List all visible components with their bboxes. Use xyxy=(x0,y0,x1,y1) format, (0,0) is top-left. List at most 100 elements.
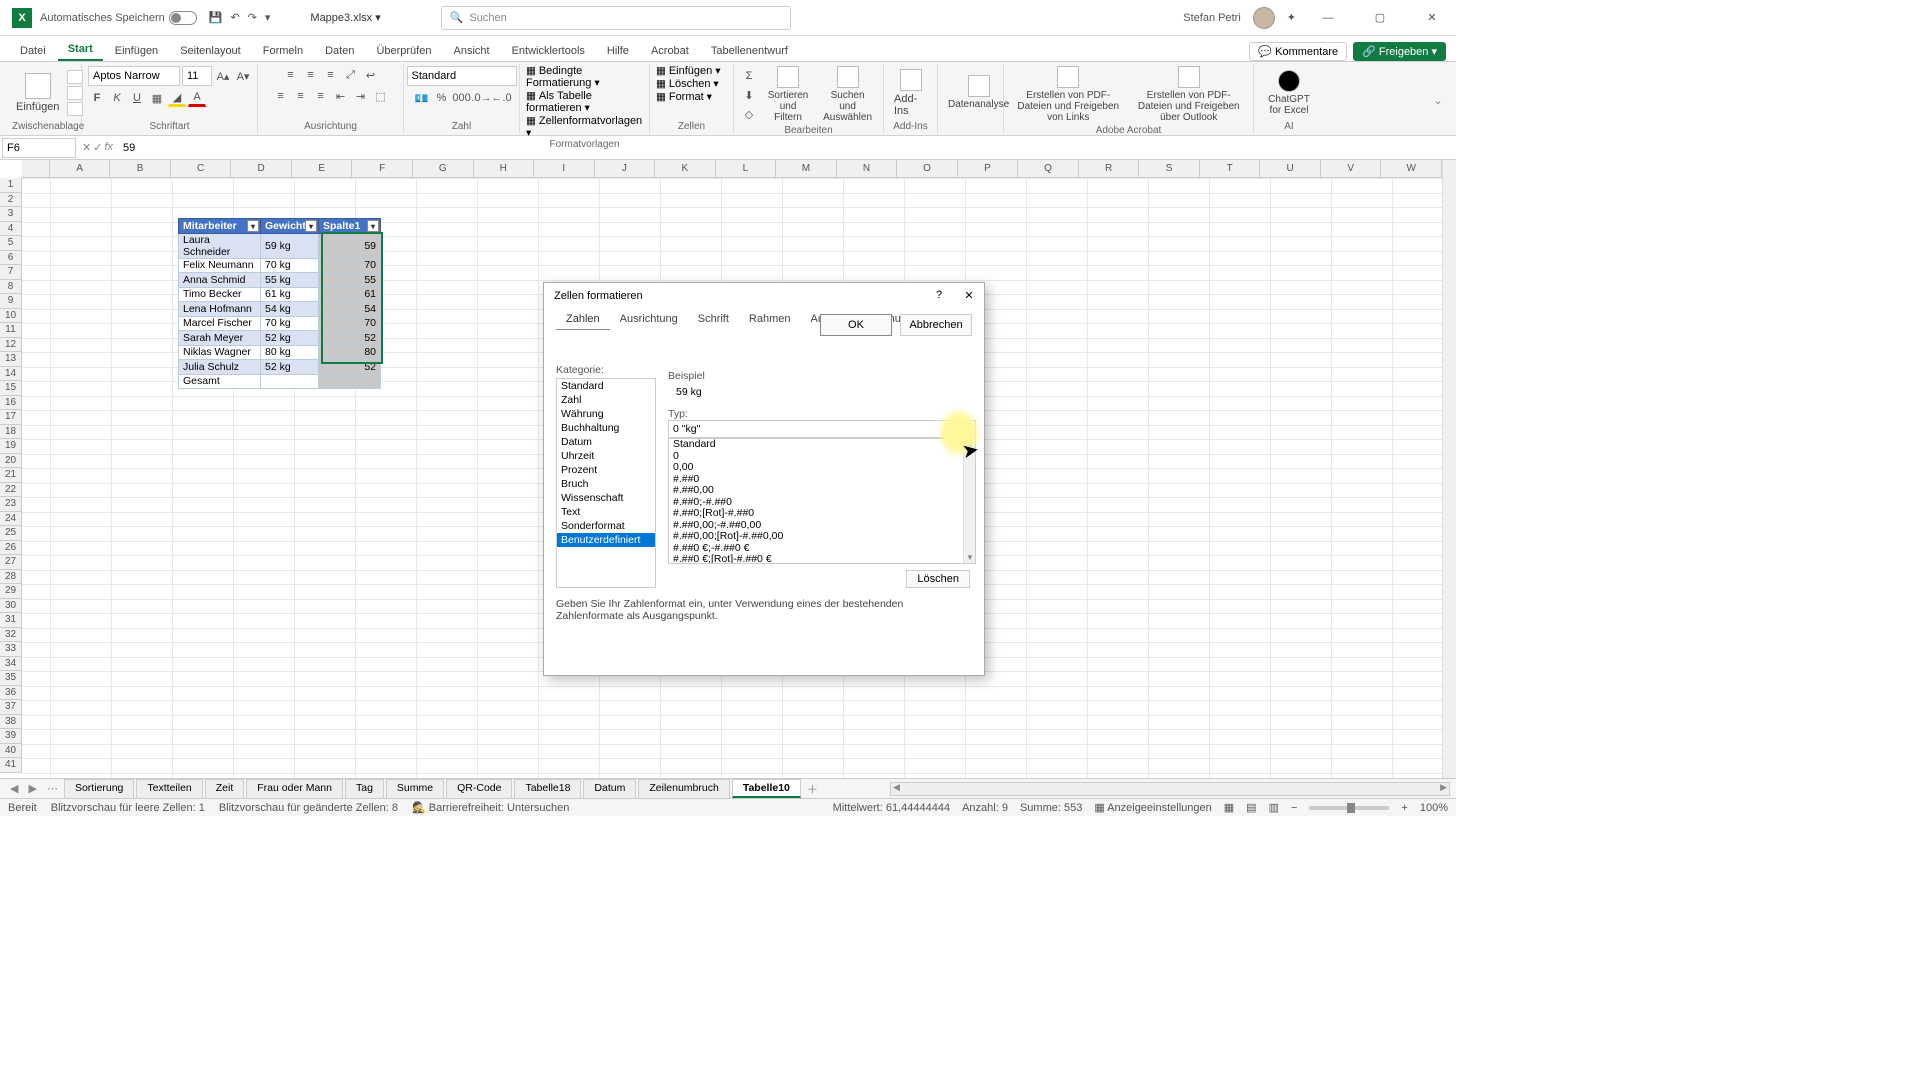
acrobat-create-share-outlook-button[interactable]: Erstellen von PDF-Dateien und Freigeben … xyxy=(1131,64,1248,125)
paste-button[interactable]: Einfügen xyxy=(12,71,63,115)
dialog-tab-rahmen[interactable]: Rahmen xyxy=(739,309,801,330)
merge-icon[interactable]: ⬚ xyxy=(372,87,390,105)
minimize-button[interactable]: — xyxy=(1308,3,1348,33)
search-input[interactable]: 🔍 Suchen xyxy=(441,6,791,30)
addins-button[interactable]: Add-Ins xyxy=(890,67,931,119)
category-item[interactable]: Uhrzeit xyxy=(557,449,655,463)
row-header-5[interactable]: 5 xyxy=(0,236,21,251)
col-header-G[interactable]: G xyxy=(413,160,474,177)
format-item[interactable]: #.##0 €;[Rot]-#.##0 € xyxy=(669,554,975,564)
col-header-W[interactable]: W xyxy=(1381,160,1442,177)
enter-formula-icon[interactable]: ✓ xyxy=(93,141,102,154)
row-header-33[interactable]: 33 xyxy=(0,642,21,657)
type-input[interactable] xyxy=(668,420,976,438)
col-header-K[interactable]: K xyxy=(655,160,716,177)
conditional-formatting-button[interactable]: ▦ Bedingte Formatierung ▾ xyxy=(526,65,643,89)
row-header-32[interactable]: 32 xyxy=(0,628,21,643)
font-color-icon[interactable]: A xyxy=(188,89,206,107)
row-header-30[interactable]: 30 xyxy=(0,599,21,614)
row-header-4[interactable]: 4 xyxy=(0,222,21,237)
increase-font-icon[interactable]: A▴ xyxy=(214,67,232,85)
accounting-icon[interactable]: 💶 xyxy=(413,89,431,107)
tab-entwicklertools[interactable]: Entwicklertools xyxy=(502,41,595,61)
sheet-tab[interactable]: Frau oder Mann xyxy=(246,779,343,798)
zoom-slider[interactable] xyxy=(1309,806,1389,810)
format-list[interactable]: Standard00,00#.##0#.##0,00#.##0;-#.##0#.… xyxy=(668,438,976,564)
row-header-26[interactable]: 26 xyxy=(0,541,21,556)
display-settings-button[interactable]: ▦ Anzeigeeinstellungen xyxy=(1094,801,1211,814)
format-item[interactable]: 0,00 xyxy=(669,462,975,474)
col-header-F[interactable]: F xyxy=(352,160,413,177)
autosum-icon[interactable]: Σ xyxy=(740,67,758,85)
col-header-E[interactable]: E xyxy=(292,160,353,177)
tab-ansicht[interactable]: Ansicht xyxy=(443,41,499,61)
category-item[interactable]: Buchhaltung xyxy=(557,421,655,435)
dialog-tab-ausrichtung[interactable]: Ausrichtung xyxy=(610,309,688,330)
tab-überprüfen[interactable]: Überprüfen xyxy=(366,41,441,61)
tab-start[interactable]: Start xyxy=(58,39,103,61)
fill-icon[interactable]: ⬇ xyxy=(740,86,758,104)
sheet-nav-prev-icon[interactable]: ◀ xyxy=(6,782,22,795)
row-header-24[interactable]: 24 xyxy=(0,512,21,527)
number-format-combo[interactable]: Standard xyxy=(407,66,517,86)
sheet-tab[interactable]: Datum xyxy=(583,779,636,798)
undo-icon[interactable]: ↶ xyxy=(230,11,239,24)
col-header-N[interactable]: N xyxy=(837,160,898,177)
tab-datei[interactable]: Datei xyxy=(10,41,56,61)
col-header-D[interactable]: D xyxy=(231,160,292,177)
tab-seitenlayout[interactable]: Seitenlayout xyxy=(170,41,251,61)
col-header-O[interactable]: O xyxy=(897,160,958,177)
format-item[interactable]: #.##0;[Rot]-#.##0 xyxy=(669,508,975,520)
increase-indent-icon[interactable]: ⇥ xyxy=(352,87,370,105)
row-header-9[interactable]: 9 xyxy=(0,294,21,309)
zoom-out-icon[interactable]: − xyxy=(1291,802,1297,814)
sort-filter-button[interactable]: Sortieren und Filtern xyxy=(762,64,814,125)
row-header-36[interactable]: 36 xyxy=(0,686,21,701)
font-size-combo[interactable]: 11 xyxy=(182,66,212,86)
row-header-34[interactable]: 34 xyxy=(0,657,21,672)
percent-icon[interactable]: % xyxy=(433,89,451,107)
orientation-icon[interactable]: ⤢ xyxy=(342,66,360,84)
col-header-U[interactable]: U xyxy=(1260,160,1321,177)
sheet-tab[interactable]: Tag xyxy=(345,779,384,798)
sheet-tab[interactable]: Sortierung xyxy=(64,779,134,798)
col-header-M[interactable]: M xyxy=(776,160,837,177)
save-icon[interactable]: 💾 xyxy=(209,11,223,24)
format-item[interactable]: #.##0,00;[Rot]-#.##0,00 xyxy=(669,531,975,543)
user-name[interactable]: Stefan Petri xyxy=(1183,12,1240,24)
category-list[interactable]: StandardZahlWährungBuchhaltungDatumUhrze… xyxy=(556,378,656,588)
col-header-C[interactable]: C xyxy=(171,160,232,177)
align-center-icon[interactable]: ≡ xyxy=(292,87,310,105)
col-header-I[interactable]: I xyxy=(534,160,595,177)
zoom-level[interactable]: 100% xyxy=(1420,802,1448,814)
row-header-2[interactable]: 2 xyxy=(0,193,21,208)
row-header-11[interactable]: 11 xyxy=(0,323,21,338)
sheet-tab[interactable]: Zeilenumbruch xyxy=(638,779,729,798)
align-middle-icon[interactable]: ≡ xyxy=(302,66,320,84)
cancel-formula-icon[interactable]: ✕ xyxy=(82,141,91,154)
category-item[interactable]: Zahl xyxy=(557,393,655,407)
tab-einfügen[interactable]: Einfügen xyxy=(105,41,168,61)
font-name-combo[interactable]: Aptos Narrow xyxy=(88,66,180,86)
sparkle-icon[interactable]: ✦ xyxy=(1287,11,1296,24)
tab-daten[interactable]: Daten xyxy=(315,41,364,61)
category-item[interactable]: Wissenschaft xyxy=(557,491,655,505)
row-header-39[interactable]: 39 xyxy=(0,729,21,744)
col-header-L[interactable]: L xyxy=(716,160,777,177)
new-sheet-icon[interactable]: ＋ xyxy=(803,781,822,797)
col-header-V[interactable]: V xyxy=(1321,160,1382,177)
col-header-Q[interactable]: Q xyxy=(1018,160,1079,177)
zoom-in-icon[interactable]: + xyxy=(1401,802,1407,814)
col-header-S[interactable]: S xyxy=(1139,160,1200,177)
border-icon[interactable]: ▦ xyxy=(148,89,166,107)
redo-icon[interactable]: ↷ xyxy=(248,11,257,24)
format-item[interactable]: #.##0 xyxy=(669,474,975,486)
filter-icon[interactable]: ▾ xyxy=(305,220,317,232)
toggle-off-icon[interactable] xyxy=(169,11,197,25)
chatgpt-button[interactable]: ChatGPT for Excel xyxy=(1260,68,1318,118)
col-header-A[interactable]: A xyxy=(50,160,111,177)
row-header-28[interactable]: 28 xyxy=(0,570,21,585)
qat-dropdown-icon[interactable]: ▾ xyxy=(265,11,271,24)
col-header-J[interactable]: J xyxy=(595,160,656,177)
comments-button[interactable]: 💬 Kommentare xyxy=(1249,42,1347,61)
